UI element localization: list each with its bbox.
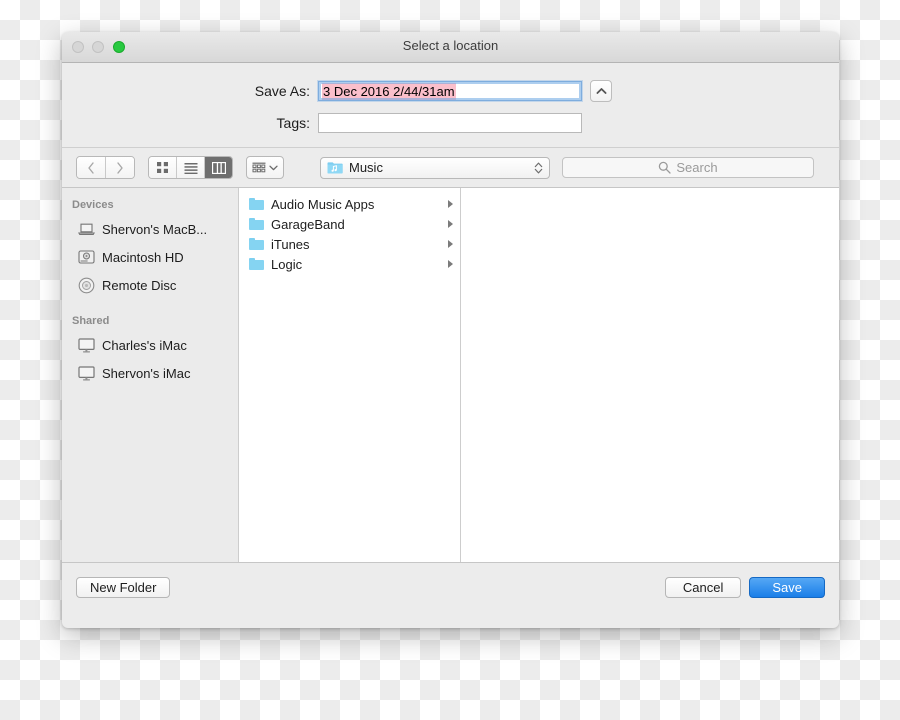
harddisk-icon [78, 250, 95, 264]
disclosure-triangle-icon[interactable] [448, 200, 453, 208]
search-icon [658, 161, 671, 174]
save-as-value: 3 Dec 2016 2/44/31am [322, 83, 456, 100]
save-as-row: Save As: 3 Dec 2016 2/44/31am [62, 80, 839, 102]
sidebar-item-remote-disc[interactable]: Remote Disc [62, 271, 238, 299]
columns-icon [212, 162, 226, 174]
disclosure-triangle-icon[interactable] [448, 260, 453, 268]
list-item[interactable]: GarageBand [239, 214, 460, 234]
save-dialog-window: Select a location Save As: 3 Dec 2016 2/… [62, 32, 839, 628]
disclosure-triangle-icon[interactable] [448, 240, 453, 248]
group-by-button[interactable] [246, 156, 284, 179]
browser-body: Devices Shervon's MacB... Macintosh HD [62, 188, 839, 562]
expand-collapse-button[interactable] [590, 80, 612, 102]
sidebar-section-header-shared: Shared [62, 299, 238, 331]
chevron-up-icon [596, 87, 607, 95]
list-icon [184, 162, 198, 174]
file-column-two [461, 188, 839, 562]
tags-row: Tags: [62, 113, 839, 133]
tags-input[interactable] [318, 113, 582, 133]
window-title: Select a location [62, 38, 839, 53]
folder-icon [249, 218, 264, 230]
sidebar-section-header-devices: Devices [62, 199, 238, 215]
new-folder-button[interactable]: New Folder [76, 577, 170, 598]
save-as-input[interactable]: 3 Dec 2016 2/44/31am [318, 81, 582, 101]
dialog-bottom-bar: New Folder Cancel Save [62, 562, 839, 612]
sidebar-item-macbook[interactable]: Shervon's MacB... [62, 215, 238, 243]
sidebar: Devices Shervon's MacB... Macintosh HD [62, 188, 239, 562]
list-item[interactable]: iTunes [239, 234, 460, 254]
imac-display-icon [78, 366, 95, 381]
search-placeholder: Search [676, 160, 717, 175]
imac-display-icon [78, 338, 95, 353]
tags-label: Tags: [62, 115, 318, 131]
sidebar-item-shervon-imac[interactable]: Shervon's iMac [62, 359, 238, 387]
sidebar-item-label: Macintosh HD [102, 250, 184, 265]
group-by-icon [252, 162, 266, 174]
finder-toolbar: Music Search [62, 148, 839, 188]
forward-button[interactable] [106, 157, 134, 178]
music-folder-icon [327, 161, 343, 174]
chevron-down-icon [269, 165, 278, 171]
file-column-one: Audio Music Apps GarageBand iTunes Logic [239, 188, 461, 562]
file-name: iTunes [271, 237, 448, 252]
cancel-button[interactable]: Cancel [665, 577, 741, 598]
sidebar-item-charles-imac[interactable]: Charles's iMac [62, 331, 238, 359]
grid-icon [156, 161, 169, 174]
file-name: Audio Music Apps [271, 197, 448, 212]
folder-icon [249, 238, 264, 250]
save-as-label: Save As: [62, 83, 318, 99]
file-name: GarageBand [271, 217, 448, 232]
save-button[interactable]: Save [749, 577, 825, 598]
sidebar-item-macintosh-hd[interactable]: Macintosh HD [62, 243, 238, 271]
search-input[interactable]: Search [562, 157, 814, 178]
folder-icon [249, 198, 264, 210]
icon-view-button[interactable] [149, 157, 177, 178]
sidebar-item-label: Charles's iMac [102, 338, 187, 353]
laptop-icon [78, 223, 95, 236]
folder-icon [249, 258, 264, 270]
navigation-buttons [76, 156, 135, 179]
optical-disc-icon [78, 277, 95, 294]
location-name: Music [349, 160, 528, 175]
list-item[interactable]: Logic [239, 254, 460, 274]
save-as-panel: Save As: 3 Dec 2016 2/44/31am Tags: [62, 63, 839, 148]
view-mode-buttons [148, 156, 233, 179]
disclosure-triangle-icon[interactable] [448, 220, 453, 228]
sidebar-item-label: Remote Disc [102, 278, 176, 293]
column-view-button[interactable] [205, 157, 232, 178]
up-down-arrows-icon [534, 161, 543, 175]
title-bar: Select a location [62, 32, 839, 63]
back-button[interactable] [77, 157, 106, 178]
sidebar-item-label: Shervon's MacB... [102, 222, 207, 237]
list-view-button[interactable] [177, 157, 205, 178]
sidebar-item-label: Shervon's iMac [102, 366, 190, 381]
location-popup-button[interactable]: Music [320, 157, 550, 179]
chevron-left-icon [87, 162, 95, 174]
file-name: Logic [271, 257, 448, 272]
chevron-right-icon [116, 162, 124, 174]
list-item[interactable]: Audio Music Apps [239, 194, 460, 214]
